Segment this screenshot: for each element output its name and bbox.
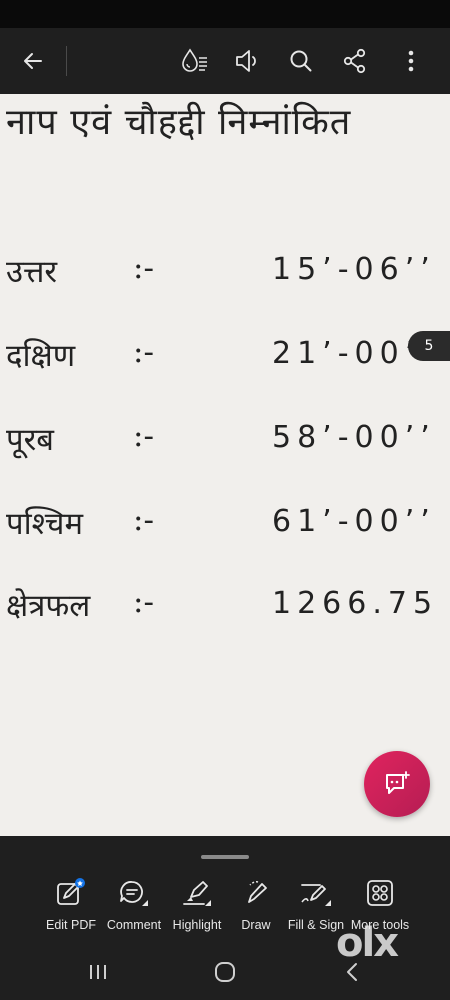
read-aloud-icon[interactable] — [225, 28, 269, 94]
search-icon[interactable] — [279, 28, 323, 94]
page-number-badge[interactable]: 5 — [408, 331, 450, 361]
pdf-page[interactable]: नाप एवं चौहद्दी निम्नांकित उत्तर :- 15’-… — [0, 94, 450, 836]
ai-assistant-fab[interactable] — [364, 751, 430, 817]
share-icon[interactable] — [333, 28, 377, 94]
row-colon: :- — [133, 250, 154, 286]
more-options-icon[interactable] — [389, 28, 433, 94]
row-label-east: पूरब — [6, 422, 54, 458]
row-value-north: 15’-06’’ — [272, 252, 436, 287]
tool-label: Edit PDF — [45, 918, 96, 932]
comment-icon — [118, 876, 150, 910]
status-bar — [0, 0, 450, 28]
home-icon[interactable] — [197, 944, 253, 1000]
document-heading: नाप एवं चौहद्दी निम्नांकित — [6, 102, 352, 143]
toolbar-divider — [66, 46, 67, 76]
drag-handle[interactable] — [201, 855, 249, 859]
row-value-east: 58’-00’’ — [272, 420, 436, 455]
row-label-south: दक्षिण — [6, 338, 76, 374]
highlight-icon — [181, 876, 213, 910]
row-value-west: 61’-00’’ — [272, 504, 436, 539]
tool-label: Draw — [241, 918, 271, 932]
row-label-west: पश्चिम — [6, 506, 84, 542]
back-arrow-icon[interactable] — [10, 28, 56, 94]
more-tools-icon — [365, 876, 395, 910]
ai-assistant-icon — [386, 771, 410, 794]
tool-label: Highlight — [172, 918, 222, 932]
liquid-mode-icon[interactable] — [173, 28, 217, 94]
row-colon: :- — [133, 418, 154, 454]
top-toolbar — [0, 28, 450, 94]
tool-label: Comment — [106, 918, 162, 932]
olx-watermark: olx — [336, 920, 399, 966]
row-value-area: 1266.75 — [272, 586, 439, 621]
draw-icon — [240, 876, 272, 910]
fill-sign-icon — [299, 876, 333, 910]
row-colon: :- — [133, 334, 154, 370]
row-colon: :- — [133, 584, 154, 620]
recent-apps-icon[interactable] — [70, 944, 126, 1000]
row-colon: :- — [133, 502, 154, 538]
edit-pdf-icon — [55, 876, 87, 910]
row-label-north: उत्तर — [6, 254, 58, 290]
row-label-area: क्षेत्रफल — [6, 588, 91, 624]
